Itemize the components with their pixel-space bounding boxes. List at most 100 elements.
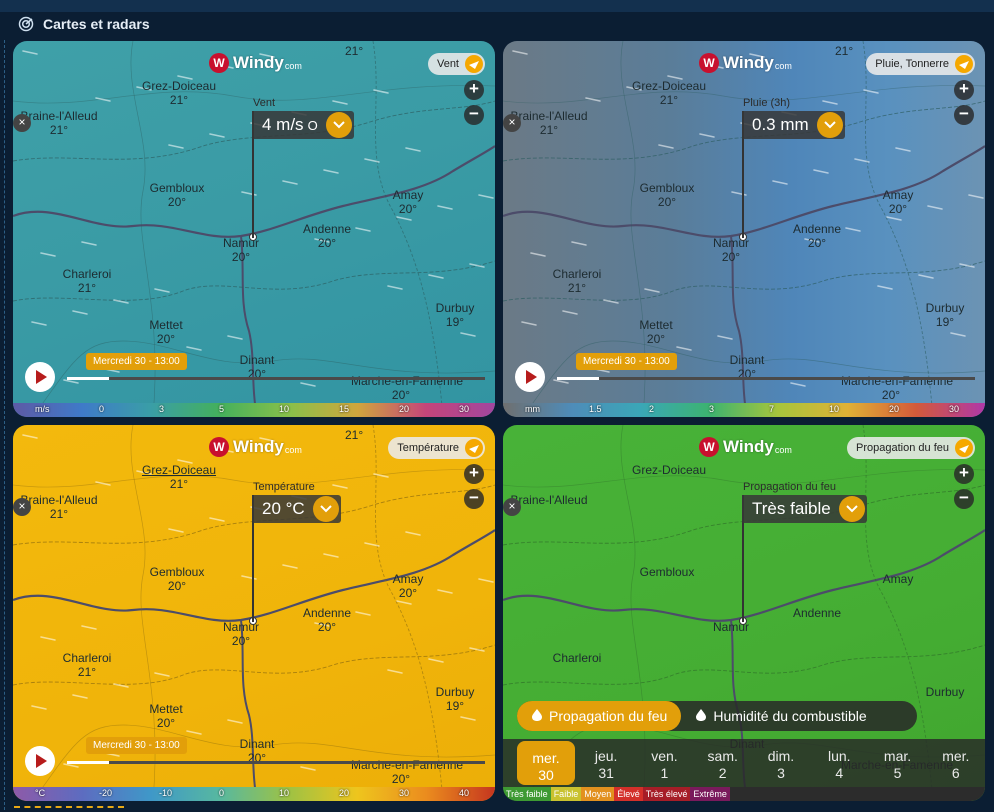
windy-logo-text: Windy [723, 437, 774, 456]
windy-logo-icon: W [209, 53, 229, 73]
city-label-mettet[interactable]: Mettet 20° [116, 702, 216, 730]
layer-button[interactable]: Température [388, 437, 485, 459]
city-label-durbuy[interactable]: Durbuy 19° [405, 301, 495, 329]
tab-label: Propagation du feu [549, 708, 668, 724]
city-label-grez[interactable]: Grez-Doiceau 21° [129, 463, 229, 491]
zoom-in-button[interactable]: + [954, 80, 974, 100]
city-label-grez[interactable]: Grez-Doiceau 21° [619, 79, 719, 107]
close-icon[interactable]: × [503, 114, 521, 132]
section-title: Cartes et radars [43, 16, 150, 32]
day-number: 3 [777, 765, 785, 781]
day-button[interactable]: sam. 2 [694, 739, 752, 787]
city-label-andenne[interactable]: Andenne [767, 606, 867, 620]
city-name: Charleroi [62, 651, 112, 665]
windy-logo[interactable]: W Windy com [699, 53, 792, 73]
legend-tick: 10 [279, 788, 290, 798]
color-legend: m/s 0 3 5 10 15 20 30 [13, 403, 495, 417]
windy-logo-icon: W [699, 53, 719, 73]
zoom-out-button[interactable]: − [954, 489, 974, 509]
city-label-gembloux[interactable]: Gembloux 20° [617, 181, 717, 209]
day-button[interactable]: mar. 5 [868, 739, 926, 787]
fire-map-panel[interactable]: Braine-l'Alleud Grez-Doiceau Gembloux Amay A… [503, 425, 985, 801]
temperature-map-panel[interactable]: Braine-l'Alleud 21° Grez-Doiceau 21° Gemblou… [13, 425, 495, 801]
chevron-down-icon[interactable] [816, 112, 843, 138]
city-label-namur[interactable]: Namur 20° [191, 620, 291, 648]
city-label-charleroi[interactable]: Charleroi 21° [527, 267, 627, 295]
city-label-andenne[interactable]: Andenne 20° [277, 222, 377, 250]
city-label-durbuy[interactable]: Durbuy 19° [895, 301, 985, 329]
chevron-down-icon[interactable] [312, 496, 339, 522]
city-label-mettet[interactable]: Mettet 20° [116, 318, 216, 346]
zoom-out-button[interactable]: − [464, 105, 484, 125]
city-label-gembloux[interactable]: Gembloux 20° [127, 181, 227, 209]
zoom-in-button[interactable]: + [954, 464, 974, 484]
tab-fire-spread[interactable]: Propagation du feu [517, 701, 682, 731]
close-icon[interactable]: × [503, 498, 521, 516]
timeline-slider[interactable] [67, 761, 485, 764]
city-label-charleroi[interactable]: Charleroi 21° [37, 267, 137, 295]
play-button[interactable] [25, 362, 55, 392]
probe-value-box[interactable]: Très faible [742, 495, 867, 523]
city-label-amay[interactable]: Amay 20° [358, 188, 458, 216]
layer-button[interactable]: Propagation du feu [847, 437, 975, 459]
city-label-amay[interactable]: Amay 20° [358, 572, 458, 600]
zoom-out-button[interactable]: − [464, 489, 484, 509]
city-temperature: 20° [398, 202, 418, 216]
day-button[interactable]: jeu. 31 [577, 739, 635, 787]
city-label-namur[interactable]: Namur [681, 620, 781, 634]
city-label-gembloux[interactable]: Gembloux [617, 565, 717, 579]
close-icon[interactable]: × [13, 114, 31, 132]
city-label-amay[interactable]: Amay [848, 572, 948, 586]
fire-icon [531, 708, 543, 725]
city-label-grez[interactable]: Grez-Doiceau [619, 463, 719, 477]
windy-logo[interactable]: W Windy com [209, 437, 302, 457]
layer-button[interactable]: Vent [427, 53, 485, 75]
legend-tick: 5 [219, 404, 225, 414]
city-label-charleroi[interactable]: Charleroi 21° [37, 651, 137, 679]
rain-map-panel[interactable]: Braine-l'Alleud 21° Grez-Doiceau 21° Gemblou… [503, 41, 985, 417]
city-temperature: 21° [169, 93, 189, 107]
wind-map-panel[interactable]: Braine-l'Alleud 21° Grez-Doiceau 21° Gemblou… [13, 41, 495, 417]
city-label-namur[interactable]: Namur 20° [191, 236, 291, 264]
timeline-slider[interactable] [67, 377, 485, 380]
legend-tick: -20 [99, 788, 113, 798]
layer-button[interactable]: Pluie, Tonnerre [866, 53, 975, 75]
city-label-grez[interactable]: Grez-Doiceau 21° [129, 79, 229, 107]
day-button[interactable]: mer. 30 [517, 741, 575, 785]
city-label-andenne[interactable]: Andenne 20° [767, 222, 867, 250]
day-button[interactable]: mer. 6 [927, 739, 985, 787]
city-label-charleroi[interactable]: Charleroi [527, 651, 627, 665]
city-label-durbuy[interactable]: Durbuy [895, 685, 985, 699]
city-label-gembloux[interactable]: Gembloux 20° [127, 565, 227, 593]
city-label-amay[interactable]: Amay 20° [848, 188, 948, 216]
play-button[interactable] [25, 746, 55, 776]
city-label-durbuy[interactable]: Durbuy 19° [405, 685, 495, 713]
city-temperature: 20° [317, 620, 337, 634]
close-icon[interactable]: × [13, 498, 31, 516]
day-button[interactable]: dim. 3 [752, 739, 810, 787]
day-button[interactable]: lun. 4 [810, 739, 868, 787]
city-temperature: 20° [231, 634, 251, 648]
city-label-andenne[interactable]: Andenne 20° [277, 606, 377, 634]
windy-logo[interactable]: W Windy com [699, 437, 792, 457]
windy-logo-text: Windy [233, 53, 284, 72]
day-number: 31 [598, 765, 614, 781]
timeline-slider[interactable] [557, 377, 975, 380]
zoom-in-button[interactable]: + [464, 464, 484, 484]
day-button[interactable]: ven. 1 [635, 739, 693, 787]
city-name: Andenne [792, 606, 842, 620]
play-button[interactable] [515, 362, 545, 392]
chevron-down-icon[interactable] [838, 496, 865, 522]
probe-value-box[interactable]: 20 °C [252, 495, 341, 523]
windy-logo[interactable]: W Windy com [209, 53, 302, 73]
day-number: 30 [538, 767, 554, 783]
city-label-mettet[interactable]: Mettet 20° [606, 318, 706, 346]
tab-fuel-moisture[interactable]: Humidité du combustible [681, 701, 880, 731]
bottom-divider [14, 806, 124, 808]
probe-value-box[interactable]: 4 m/s O [252, 111, 354, 139]
zoom-out-button[interactable]: − [954, 105, 974, 125]
probe-value-box[interactable]: 0.3 mm [742, 111, 845, 139]
chevron-down-icon[interactable] [325, 112, 352, 138]
zoom-in-button[interactable]: + [464, 80, 484, 100]
city-label-namur[interactable]: Namur 20° [681, 236, 781, 264]
